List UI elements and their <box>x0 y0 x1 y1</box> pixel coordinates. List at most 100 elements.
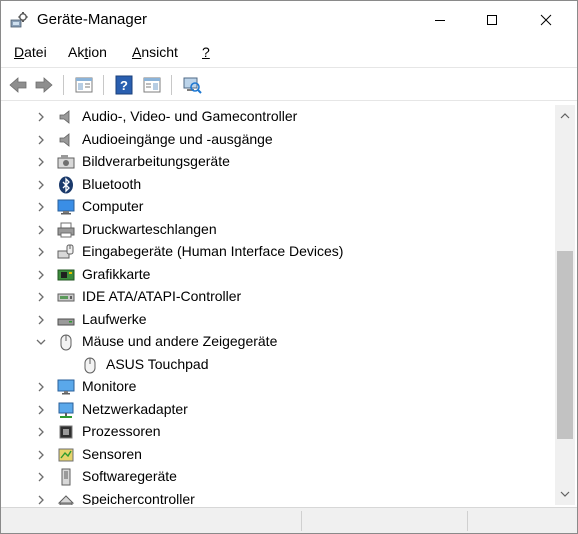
chevron-down-icon[interactable] <box>35 335 47 349</box>
toolbar: ? <box>1 67 577 101</box>
tree-child-item[interactable]: ASUS Touchpad <box>3 354 555 376</box>
help-icon: ? <box>115 75 133 95</box>
device-manager-app-icon <box>10 12 28 28</box>
device-tree[interactable]: Audio-, Video- und Gamecontroller Audioei… <box>3 105 555 505</box>
tree-item-label: IDE ATA/ATAPI-Controller <box>82 288 242 304</box>
scroll-up-button[interactable] <box>555 107 575 125</box>
chevron-right-icon[interactable] <box>35 380 47 394</box>
mouse-icon <box>57 333 75 351</box>
tree-category-item[interactable]: Softwaregeräte <box>3 466 555 488</box>
chevron-right-icon[interactable] <box>35 245 47 259</box>
toolbar-separator <box>103 75 104 95</box>
tree-category-item[interactable]: Bluetooth <box>3 174 555 196</box>
tree-category-item[interactable]: Netzwerkadapter <box>3 399 555 421</box>
vertical-scrollbar[interactable] <box>555 105 575 505</box>
scrollbar-thumb[interactable] <box>557 251 573 439</box>
tree-item-label: Computer <box>82 198 144 214</box>
processor-icon <box>57 423 75 441</box>
tree-category-item[interactable]: Speichercontroller <box>3 489 555 506</box>
drive-icon <box>57 311 75 329</box>
minimize-button[interactable] <box>417 1 463 39</box>
chevron-right-icon[interactable] <box>35 493 47 506</box>
menu-aktion[interactable]: Aktion <box>68 44 107 60</box>
menu-ansicht[interactable]: Ansicht <box>132 44 178 60</box>
camera-icon <box>57 153 75 171</box>
window-title: Geräte-Manager <box>37 11 148 28</box>
tree-category-item[interactable]: Audioeingänge und -ausgänge <box>3 129 555 151</box>
chevron-right-icon[interactable] <box>35 313 47 327</box>
ide-controller-icon <box>57 288 75 306</box>
chevron-right-icon[interactable] <box>35 470 47 484</box>
tree-item-label: Druckwarteschlangen <box>82 220 217 237</box>
chevron-right-icon[interactable] <box>35 403 47 417</box>
close-button[interactable] <box>523 1 569 39</box>
tree-item-label: Sensoren <box>82 445 142 462</box>
speaker-icon <box>57 108 75 126</box>
menu-help[interactable]: ? <box>202 44 210 60</box>
svg-text:?: ? <box>120 78 128 93</box>
tree-category-item[interactable]: Bildverarbeitungsgeräte <box>3 151 555 173</box>
menu-aktion-label: ion <box>88 44 107 60</box>
tree-item-label: Grafikkarte <box>82 265 151 282</box>
tree-item-label: Netzwerkadapter <box>82 400 188 417</box>
menu-datei[interactable]: Datei <box>14 44 47 60</box>
tree-category-item[interactable]: Eingabegeräte (Human Interface Devices) <box>3 241 555 263</box>
scan-hardware-icon <box>183 77 202 94</box>
bluetooth-icon <box>57 176 75 194</box>
forward-button[interactable] <box>33 74 55 96</box>
scroll-down-button[interactable] <box>555 485 575 503</box>
chevron-right-icon[interactable] <box>35 448 47 462</box>
maximize-icon <box>487 15 497 25</box>
chevron-right-icon[interactable] <box>35 110 47 124</box>
title-bar[interactable]: Geräte-Manager <box>1 1 577 39</box>
properties-icon <box>75 77 93 93</box>
chevron-right-icon[interactable] <box>35 133 47 147</box>
tree-item-label: Softwaregeräte <box>82 468 177 484</box>
printer-icon <box>57 221 75 239</box>
tree-category-item[interactable]: Mäuse und andere Zeigegeräte <box>3 331 555 353</box>
chevron-right-icon[interactable] <box>35 200 47 214</box>
device-manager-window: Geräte-Manager Datei Aktion Ansicht ? ? <box>0 0 578 534</box>
show-hide-tree-icon <box>143 77 161 93</box>
chevron-right-icon[interactable] <box>35 223 47 237</box>
help-button[interactable]: ? <box>113 74 135 96</box>
graphics-card-icon <box>57 266 75 284</box>
tree-item-label: Prozessoren <box>82 423 161 439</box>
tree-category-item[interactable]: IDE ATA/ATAPI-Controller <box>3 286 555 308</box>
tree-item-label: Laufwerke <box>82 310 147 327</box>
tree-item-label: Bluetooth <box>82 175 142 192</box>
back-button[interactable] <box>7 74 29 96</box>
properties-button[interactable] <box>73 74 95 96</box>
chevron-up-icon <box>560 113 570 119</box>
scan-hardware-button[interactable] <box>181 74 203 96</box>
tree-item-label: Speichercontroller <box>82 490 195 506</box>
menu-bar: Datei Aktion Ansicht ? <box>1 41 577 65</box>
tree-item-label: Bildverarbeitungsgeräte <box>82 153 230 169</box>
tree-category-item[interactable]: Laufwerke <box>3 309 555 331</box>
chevron-right-icon[interactable] <box>35 155 47 169</box>
sensor-icon <box>57 446 75 464</box>
mouse-icon <box>81 356 99 374</box>
tree-category-item[interactable]: Audio-, Video- und Gamecontroller <box>3 106 555 128</box>
tree-category-item[interactable]: Computer <box>3 196 555 218</box>
storage-controller-icon <box>57 491 75 505</box>
tree-category-item[interactable]: Grafikkarte <box>3 264 555 286</box>
monitor-icon <box>57 378 75 396</box>
chevron-right-icon[interactable] <box>35 268 47 282</box>
chevron-right-icon[interactable] <box>35 178 47 192</box>
chevron-right-icon[interactable] <box>35 425 47 439</box>
maximize-button[interactable] <box>469 1 515 39</box>
close-icon <box>540 14 552 26</box>
status-pane <box>467 511 575 531</box>
menu-datei-label: atei <box>24 44 47 60</box>
back-icon <box>9 77 27 93</box>
menu-ansicht-label: nsicht <box>141 44 178 60</box>
show-hide-tree-button[interactable] <box>141 74 163 96</box>
chevron-right-icon[interactable] <box>35 290 47 304</box>
menu-help-accelerator: ? <box>202 44 210 60</box>
tree-category-item[interactable]: Monitore <box>3 376 555 398</box>
tree-item-label: Monitore <box>82 378 137 394</box>
tree-category-item[interactable]: Sensoren <box>3 444 555 466</box>
tree-category-item[interactable]: Druckwarteschlangen <box>3 219 555 241</box>
tree-category-item[interactable]: Prozessoren <box>3 421 555 443</box>
